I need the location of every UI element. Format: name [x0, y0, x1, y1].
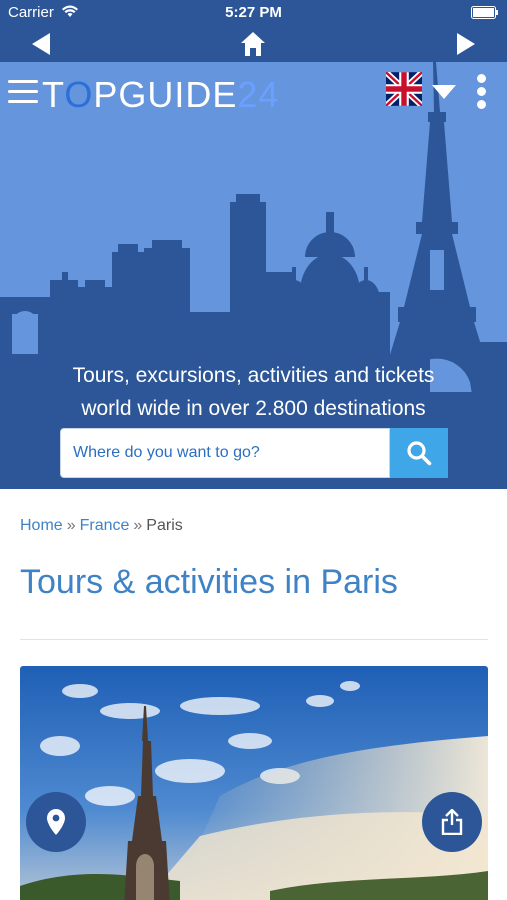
search-input[interactable] [61, 429, 389, 477]
search-button[interactable] [390, 428, 448, 478]
search-box [60, 428, 390, 478]
divider [20, 639, 488, 640]
battery-icon [471, 6, 498, 19]
location-button[interactable] [26, 792, 86, 852]
back-button[interactable] [16, 26, 66, 62]
home-button[interactable] [228, 26, 278, 62]
forward-button[interactable] [441, 26, 491, 62]
status-time: 5:27 PM [225, 4, 282, 21]
hero-banner: TOPGUIDE24 Tours, excursions, activities… [0, 62, 507, 489]
breadcrumb-separator: » [133, 517, 143, 534]
breadcrumb-current: Paris [146, 517, 183, 534]
eiffel-tower-photo [20, 666, 488, 900]
breadcrumb-france[interactable]: France [80, 517, 130, 534]
share-icon [441, 809, 463, 835]
forward-arrow-icon [457, 33, 475, 55]
hero-title-line1: Tours, excursions, activities and ticket… [72, 364, 435, 387]
home-icon [241, 32, 265, 56]
breadcrumb-home[interactable]: Home [20, 517, 63, 534]
nav-bar [0, 26, 507, 62]
chevron-down-icon[interactable] [431, 84, 457, 100]
breadcrumb: Home» France» Paris [20, 517, 183, 535]
uk-flag-icon[interactable] [386, 72, 422, 106]
search-icon [407, 441, 432, 466]
hero-title: Tours, excursions, activities and ticket… [0, 359, 507, 425]
back-arrow-icon [32, 33, 50, 55]
location-pin-icon [47, 809, 65, 835]
share-button[interactable] [422, 792, 482, 852]
hero-title-line2: world wide in over 2.800 destinations [81, 397, 426, 420]
hamburger-menu-icon[interactable] [8, 80, 38, 106]
more-options-icon[interactable] [474, 74, 488, 110]
topguide24-logo[interactable]: TOPGUIDE24 [42, 74, 279, 116]
page-title: Tours & activities in Paris [20, 563, 398, 601]
breadcrumb-separator: » [66, 517, 76, 534]
status-bar: Carrier 5:27 PM [0, 0, 507, 26]
paris-tour-image[interactable] [20, 666, 488, 900]
